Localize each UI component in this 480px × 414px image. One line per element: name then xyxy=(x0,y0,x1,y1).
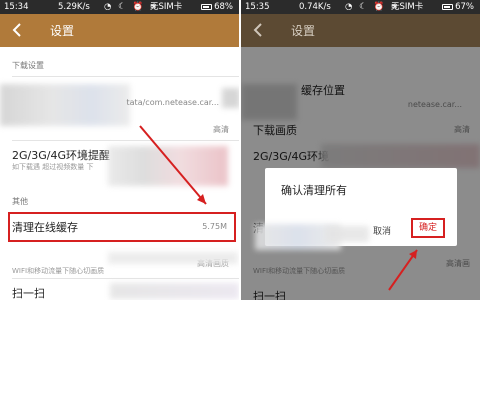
right-screenshot: 15:35 0.74K/s ◔ ☾ ⏰ ≋ 无SIM卡 67% 设置 缓存位置 … xyxy=(241,0,480,300)
left-screenshot: 15:34 5.29K/s ◔ ☾ ⏰ ≋ 无SIM卡 68% 设置 下载设置 … xyxy=(0,0,239,300)
red-arrow-icon xyxy=(139,125,207,205)
red-arrow-icon xyxy=(388,249,418,291)
